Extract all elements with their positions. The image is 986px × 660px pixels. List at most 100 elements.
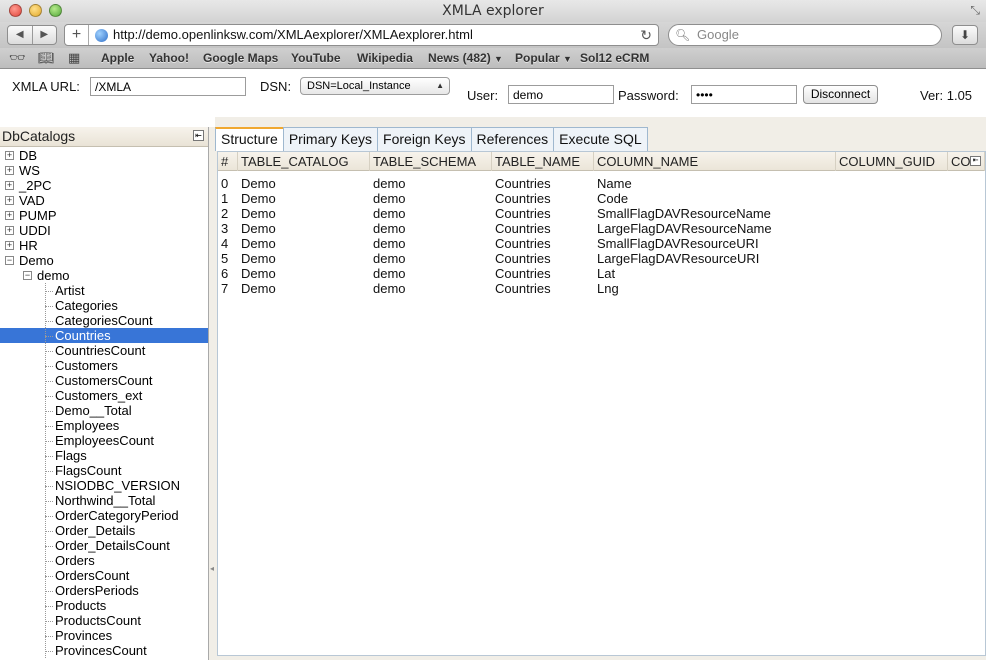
table-row[interactable]: 6 Demo demo Countries Lat [218, 266, 985, 281]
tree-node-table[interactable]: FlagsCount [0, 463, 208, 478]
tree-node-catalog[interactable]: + HR [0, 238, 208, 253]
bookmark-news[interactable]: News (482) ▼ [428, 48, 503, 69]
expand-node-icon[interactable]: + [5, 181, 14, 190]
table-row[interactable]: 0 Demo demo Countries Name [218, 176, 985, 191]
expand-node-icon[interactable]: + [5, 211, 14, 220]
tree-node-table[interactable]: EmployeesCount [0, 433, 208, 448]
collapse-node-icon[interactable]: − [5, 256, 14, 265]
tree-node-table[interactable]: CustomersCount [0, 373, 208, 388]
column-header[interactable]: COLUMN_GUID [836, 152, 948, 171]
search-field[interactable]: 🔍︎ Google [668, 24, 942, 46]
tree-node-table[interactable]: Orders [0, 553, 208, 568]
table-row[interactable]: 3 Demo demo Countries LargeFlagDAVResourceNa… [218, 221, 985, 236]
forward-arrow-icon[interactable]: ▶ [31, 26, 57, 44]
tree-node-table[interactable]: Order_DetailsCount [0, 538, 208, 553]
table-cell: demo [373, 251, 406, 266]
tree-node-table[interactable]: Northwind__Total [0, 493, 208, 508]
tree-node-table[interactable]: Categories [0, 298, 208, 313]
bookmarks-bar: 👓︎ 📖︎ ▦ Apple Yahoo! Google Maps YouTube… [0, 48, 986, 69]
reload-icon[interactable]: ↻ [640, 25, 652, 45]
reading-list-icon[interactable]: 👓︎ [9, 50, 26, 66]
tab-structure[interactable]: Structure [215, 127, 284, 151]
tab-references[interactable]: References [470, 127, 555, 151]
tab-foreign-keys[interactable]: Foreign Keys [377, 127, 472, 151]
column-header[interactable]: CO [948, 152, 985, 171]
tree-node-table[interactable]: Customers [0, 358, 208, 373]
panel-collapse-icon[interactable]: ⇤ [193, 130, 204, 141]
bookmark-google-maps[interactable]: Google Maps [203, 48, 278, 68]
tree-node-table[interactable]: Order_Details [0, 523, 208, 538]
tree-node-table[interactable]: Provinces [0, 628, 208, 643]
tree-node-table[interactable]: Customers_ext [0, 388, 208, 403]
tree-node-table[interactable]: OrderCategoryPeriod [0, 508, 208, 523]
expand-node-icon[interactable]: + [5, 241, 14, 250]
expand-node-icon[interactable]: + [5, 166, 14, 175]
tree-node-table[interactable]: Countries [0, 328, 208, 343]
bookmark-sol12-ecrm[interactable]: Sol12 eCRM [580, 48, 649, 68]
table-row[interactable]: 5 Demo demo Countries LargeFlagDAVResourceUR… [218, 251, 985, 266]
chevron-down-icon: ▼ [563, 54, 572, 64]
table-row[interactable]: 2 Demo demo Countries SmallFlagDAVResourceNa… [218, 206, 985, 221]
tree-node-catalog[interactable]: + PUMP [0, 208, 208, 223]
url-text[interactable]: http://demo.openlinksw.com/XMLAexplorer/… [113, 25, 473, 45]
window-minimize-button[interactable] [29, 4, 42, 17]
window-zoom-button[interactable] [49, 4, 62, 17]
table-row[interactable]: 7 Demo demo Countries Lng [218, 281, 985, 296]
bookmark-apple[interactable]: Apple [101, 48, 134, 68]
address-bar[interactable]: + http://demo.openlinksw.com/XMLAexplore… [64, 24, 659, 46]
tree-node-table[interactable]: NSIODBC_VERSION [0, 478, 208, 493]
fullscreen-icon[interactable]: ⤡ [970, 3, 980, 18]
column-header[interactable]: TABLE_SCHEMA [370, 152, 492, 171]
table-row[interactable]: 1 Demo demo Countries Code [218, 191, 985, 206]
tree-node-label: PUMP [19, 208, 57, 223]
tree-node-catalog[interactable]: + UDDI [0, 223, 208, 238]
disconnect-button[interactable]: Disconnect [803, 85, 878, 104]
window-close-button[interactable] [9, 4, 22, 17]
add-bookmark-icon[interactable]: + [65, 25, 89, 45]
column-header[interactable]: TABLE_NAME [492, 152, 594, 171]
tree-connector [45, 336, 53, 337]
downloads-icon[interactable]: ⬇ [952, 25, 978, 45]
bookmark-youtube[interactable]: YouTube [291, 48, 341, 68]
splitter-grip-icon[interactable]: ◂ [210, 564, 214, 573]
tree-node-table[interactable]: ProvincesCount [0, 643, 208, 658]
tree-node-table[interactable]: Demo__Total [0, 403, 208, 418]
tree-node-table[interactable]: ProductsCount [0, 613, 208, 628]
bookmark-yahoo[interactable]: Yahoo! [149, 48, 189, 68]
top-sites-grid-icon[interactable]: ▦ [68, 50, 80, 66]
tree-node-table[interactable]: CategoriesCount [0, 313, 208, 328]
column-header[interactable]: COLUMN_NAME [594, 152, 836, 171]
tab-primary-keys[interactable]: Primary Keys [282, 127, 379, 151]
tree-node-catalog[interactable]: + _2PC [0, 178, 208, 193]
nav-buttons: ◀ ▶ [7, 25, 57, 45]
bookmark-popular[interactable]: Popular ▼ [515, 48, 572, 69]
tree-node-table[interactable]: Employees [0, 418, 208, 433]
back-arrow-icon[interactable]: ◀ [8, 26, 32, 44]
tree-node-table[interactable]: Products [0, 598, 208, 613]
tree-node-table[interactable]: Flags [0, 448, 208, 463]
tree-node-table[interactable]: CountriesCount [0, 343, 208, 358]
tree-node-catalog[interactable]: + DB [0, 148, 208, 163]
bookmarks-book-icon[interactable]: 📖︎ [38, 50, 55, 66]
expand-node-icon[interactable]: + [5, 151, 14, 160]
tab-execute-sql[interactable]: Execute SQL [553, 127, 648, 151]
tree-node-table[interactable]: OrdersPeriods [0, 583, 208, 598]
tree-node-catalog[interactable]: + VAD [0, 193, 208, 208]
bookmark-wikipedia[interactable]: Wikipedia [357, 48, 413, 68]
column-header[interactable]: # [218, 152, 238, 171]
browser-toolbar: ◀ ▶ + http://demo.openlinksw.com/XMLAexp… [0, 22, 986, 48]
expand-node-icon[interactable]: + [5, 226, 14, 235]
tree-node-catalog[interactable]: + WS [0, 163, 208, 178]
tree-node-catalog[interactable]: − Demo [0, 253, 208, 268]
xmla-url-input[interactable] [90, 77, 246, 96]
tree-node-schema[interactable]: − demo [0, 268, 208, 283]
user-input[interactable] [508, 85, 614, 104]
expand-node-icon[interactable]: + [5, 196, 14, 205]
collapse-node-icon[interactable]: − [23, 271, 32, 280]
password-input[interactable] [691, 85, 797, 104]
tree-node-table[interactable]: Artist [0, 283, 208, 298]
column-header[interactable]: TABLE_CATALOG [238, 152, 370, 171]
tree-node-table[interactable]: OrdersCount [0, 568, 208, 583]
table-row[interactable]: 4 Demo demo Countries SmallFlagDAVResourceUR… [218, 236, 985, 251]
dsn-select[interactable]: DSN=Local_Instance ▲ [300, 77, 450, 95]
